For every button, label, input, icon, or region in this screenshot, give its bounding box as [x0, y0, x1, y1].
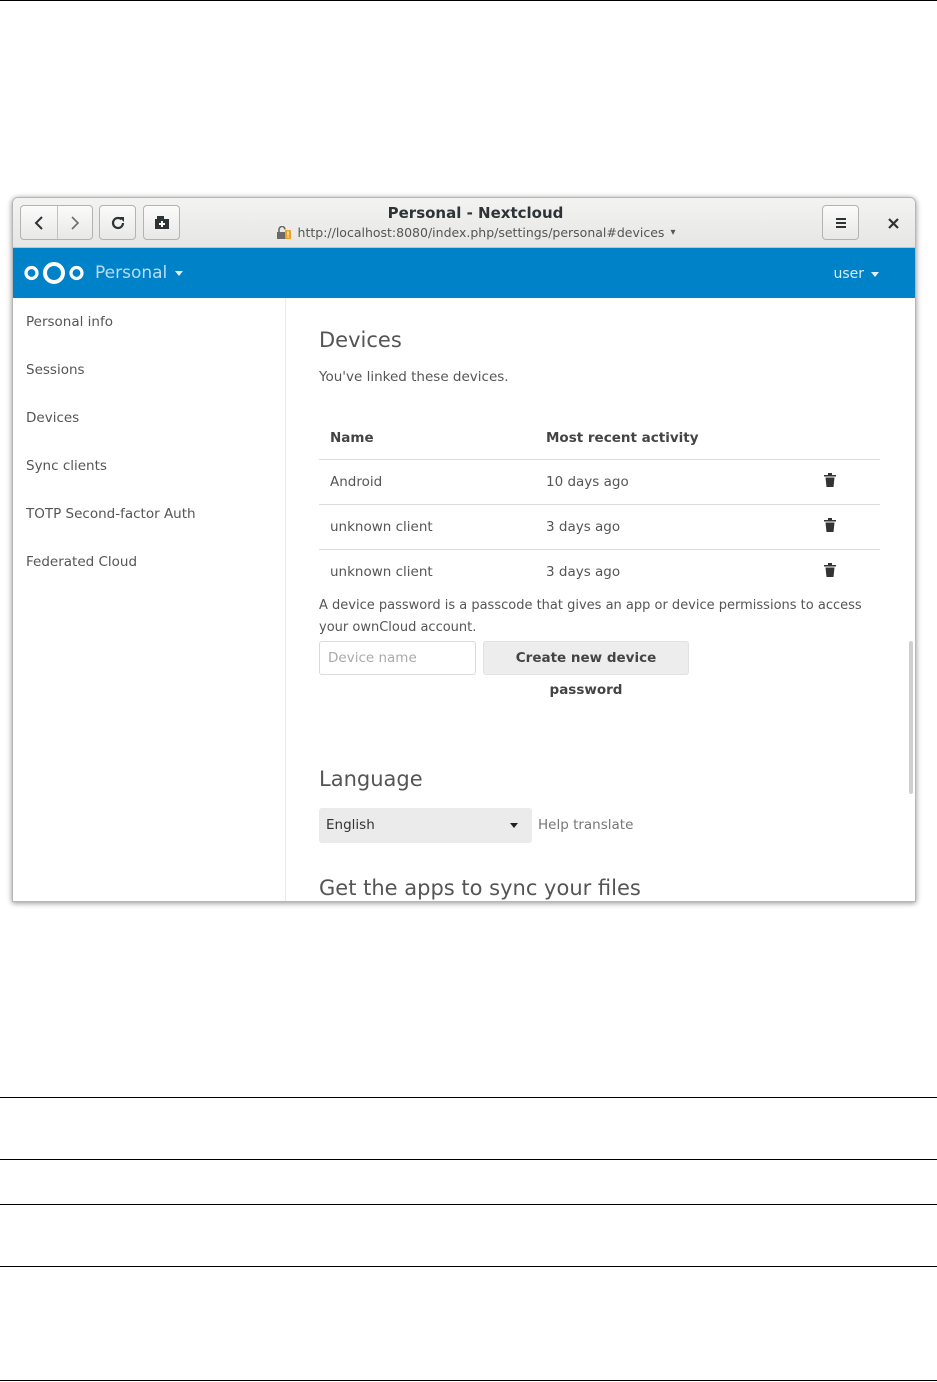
language-heading: Language	[319, 767, 423, 791]
url-text: http://localhost:8080/index.php/settings…	[297, 225, 665, 240]
device-password-note: A device password is a passcode that giv…	[319, 595, 862, 639]
page-top-rule	[0, 0, 937, 1]
browser-titlebar: Personal - Nextcloud http://localhost:80…	[13, 198, 915, 248]
page-rule	[0, 1380, 937, 1381]
sidebar-item-totp[interactable]: TOTP Second-factor Auth	[13, 490, 285, 538]
user-menu[interactable]: user	[833, 266, 879, 282]
device-name-input[interactable]: Device name	[319, 641, 476, 675]
app-name: Personal	[95, 263, 168, 283]
window-title: Personal - Nextcloud	[387, 204, 564, 222]
chevron-down-icon	[175, 270, 184, 276]
devices-intro: You've linked these devices.	[319, 369, 509, 385]
trash-icon	[824, 562, 836, 577]
device-activity: 3 days ago	[546, 563, 621, 580]
sidebar-item-federated-cloud[interactable]: Federated Cloud	[13, 538, 285, 586]
table-row: unknown client 3 days ago	[319, 549, 880, 594]
trash-icon	[824, 517, 836, 532]
devices-table: Name Most recent activity Android 10 day…	[319, 417, 880, 594]
forward-arrow-icon	[71, 215, 79, 230]
chevron-down-icon	[871, 271, 879, 277]
hamburger-menu-icon	[835, 217, 846, 228]
sidebar-item-devices[interactable]: Devices	[13, 394, 285, 442]
device-activity: 10 days ago	[535, 459, 815, 505]
title-block: Personal - Nextcloud http://localhost:80…	[263, 204, 688, 240]
note-line: your ownCloud account.	[319, 620, 477, 635]
back-arrow-icon	[34, 215, 43, 230]
column-header-name: Name	[319, 417, 535, 460]
device-name: unknown client	[330, 563, 433, 580]
reload-button[interactable]	[99, 205, 136, 240]
page-rule	[0, 1159, 937, 1160]
settings-content: Devices You've linked these devices. Nam…	[319, 298, 899, 901]
delete-device-button[interactable]	[815, 504, 880, 550]
nextcloud-logo-icon[interactable]	[23, 260, 85, 286]
page-rule	[0, 1097, 937, 1098]
scrollbar[interactable]	[907, 298, 915, 901]
app-menu[interactable]: Personal	[95, 263, 184, 283]
settings-sidebar: Personal info Sessions Devices Sync clie…	[13, 298, 286, 901]
table-row: Android 10 days ago	[319, 459, 880, 505]
language-select[interactable]: English	[319, 808, 532, 843]
insecure-lock-icon	[276, 225, 291, 239]
sidebar-item-personal-info[interactable]: Personal info	[13, 298, 285, 346]
language-selected: English	[326, 817, 375, 833]
chevron-down-icon	[510, 823, 518, 828]
address-bar[interactable]: http://localhost:8080/index.php/settings…	[263, 225, 688, 240]
scrollbar-thumb[interactable]	[909, 641, 913, 794]
device-name: Android	[319, 459, 535, 505]
close-icon	[888, 218, 899, 229]
trash-icon	[824, 472, 836, 487]
column-header-actions	[815, 417, 880, 460]
sidebar-item-sessions[interactable]: Sessions	[13, 346, 285, 394]
menu-button[interactable]	[822, 205, 859, 240]
forward-button[interactable]	[56, 206, 93, 239]
url-dropdown-icon[interactable]: ▾	[670, 227, 675, 238]
sidebar-item-sync-clients[interactable]: Sync clients	[13, 442, 285, 490]
close-window-button[interactable]	[888, 213, 899, 234]
table-row: unknown client 3 days ago	[319, 504, 880, 550]
new-tab-button[interactable]	[143, 205, 180, 240]
delete-device-button[interactable]	[815, 459, 880, 505]
user-name: user	[833, 266, 864, 282]
device-name: unknown client	[319, 504, 535, 550]
note-line: A device password is a passcode that giv…	[319, 598, 862, 613]
delete-device-button[interactable]	[815, 549, 880, 594]
device-activity: 3 days ago	[535, 504, 815, 550]
navigation-buttons	[20, 205, 93, 240]
column-header-activity: Most recent activity	[535, 417, 815, 460]
create-device-password-button[interactable]: Create new device password	[483, 641, 689, 698]
back-button[interactable]	[21, 206, 57, 239]
devices-heading: Devices	[319, 328, 402, 352]
help-translate-link[interactable]: Help translate	[538, 817, 633, 833]
browser-window: Personal - Nextcloud http://localhost:80…	[12, 197, 916, 902]
page-rule	[0, 1204, 937, 1205]
reload-icon	[111, 216, 124, 229]
page-rule	[0, 1266, 937, 1267]
apps-heading: Get the apps to sync your files	[319, 876, 641, 900]
new-tab-icon	[154, 215, 169, 229]
nextcloud-header: Personal user	[13, 248, 915, 298]
